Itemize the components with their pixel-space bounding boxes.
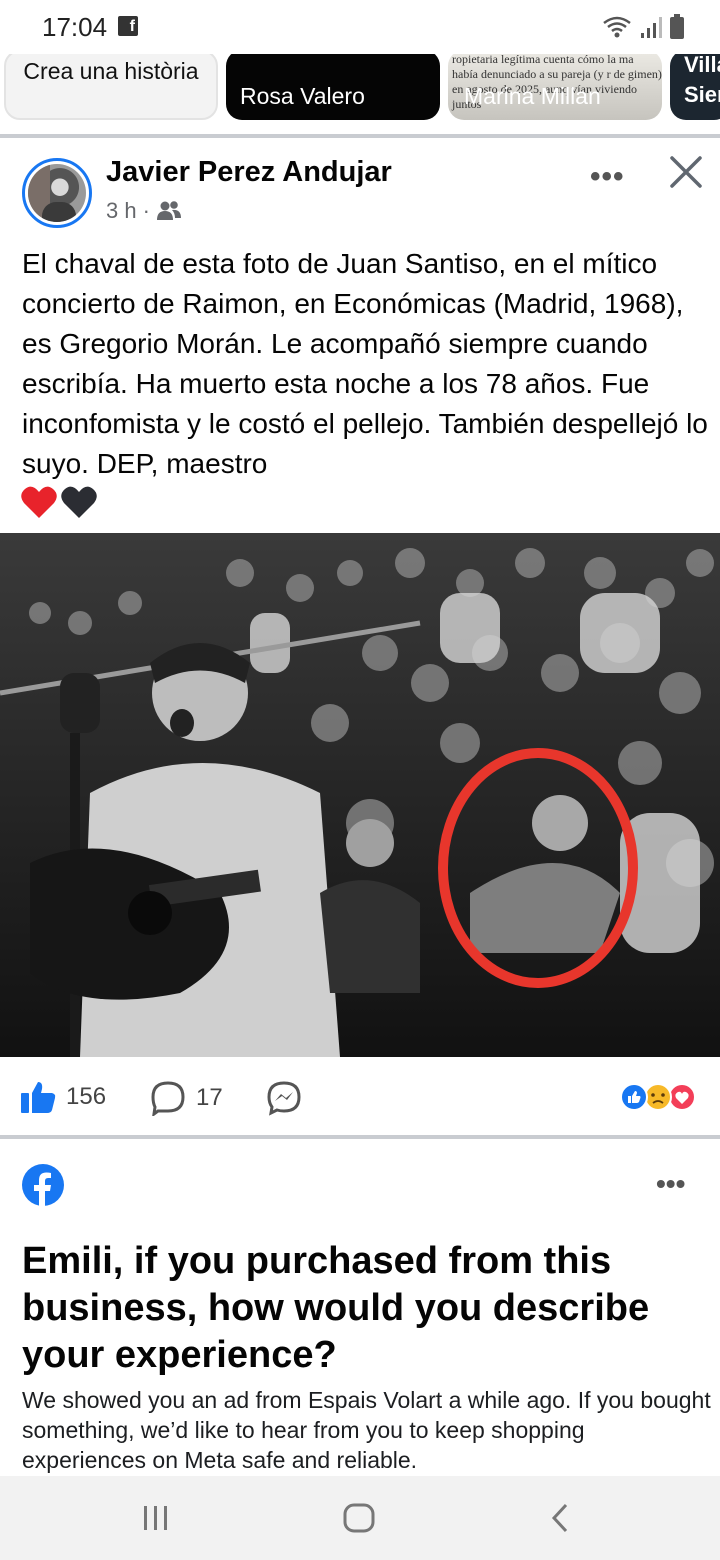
story-marina-millan[interactable]: ropietaria legítima cuenta cómo la ma ha… [448, 54, 662, 120]
back-icon[interactable] [544, 1498, 576, 1538]
story-label: Rosa Valero [240, 83, 365, 109]
red-heart-icon [21, 486, 57, 518]
concert-photo [0, 533, 720, 1057]
stories-strip: Crea una història Rosa Valero ropietaria… [0, 54, 720, 124]
wifi-icon [603, 16, 631, 38]
post-emojis [20, 484, 98, 520]
status-bar: 17:04 f [0, 0, 720, 54]
divider [0, 1135, 720, 1139]
story-rosa-valero[interactable]: Rosa Valero [226, 54, 440, 120]
post-photo[interactable] [0, 533, 720, 1057]
messenger-icon [267, 1081, 301, 1116]
meta-separator: · [142, 198, 150, 223]
post-meta: 3 h · [106, 198, 182, 224]
comment-icon [151, 1081, 185, 1116]
signal-icon [641, 17, 662, 38]
system-navigation-bar [0, 1476, 720, 1560]
story-label: Villa Sien [684, 54, 720, 107]
share-messenger-button[interactable] [266, 1080, 302, 1116]
post-author[interactable]: Javier Perez Andujar [106, 156, 392, 189]
post-more-options-icon[interactable]: ••• [590, 160, 625, 194]
status-icons [602, 14, 684, 40]
post-actions: 156 17 [0, 1070, 720, 1126]
battery-icon [670, 14, 684, 39]
post-text: El chaval de esta foto de Juan Santiso, … [22, 248, 708, 479]
ad-body: We showed you an ad from Espais Volart a… [22, 1387, 711, 1473]
ad-more-options-icon[interactable]: ••• [656, 1168, 685, 1200]
close-icon[interactable] [664, 150, 708, 194]
black-heart-icon [61, 486, 97, 518]
ad-title: Emili, if you purchased from this busine… [22, 1240, 650, 1376]
friends-audience-icon [156, 201, 181, 220]
story-label: Marina Millan [464, 83, 601, 109]
like-button[interactable]: 156 [20, 1080, 106, 1114]
avatar-image [28, 164, 86, 222]
facebook-logo-icon [22, 1164, 64, 1206]
like-count: 156 [66, 1083, 107, 1110]
recent-apps-icon[interactable] [140, 1498, 172, 1538]
comment-count: 17 [196, 1084, 223, 1111]
status-time: 17:04 [42, 12, 108, 42]
home-icon[interactable] [340, 1498, 380, 1538]
story-create-label: Crea una història [23, 58, 199, 84]
divider [0, 134, 720, 138]
facebook-notification-icon: f [118, 16, 138, 36]
reactions-summary-icon[interactable] [610, 1082, 700, 1112]
story-villa[interactable]: Villa Sien [670, 54, 720, 120]
post-time[interactable]: 3 h [106, 198, 137, 224]
author-avatar[interactable] [22, 158, 92, 228]
story-create[interactable]: Crea una història [4, 54, 218, 120]
comment-button[interactable]: 17 [150, 1080, 223, 1116]
thumbs-up-icon [21, 1082, 56, 1113]
